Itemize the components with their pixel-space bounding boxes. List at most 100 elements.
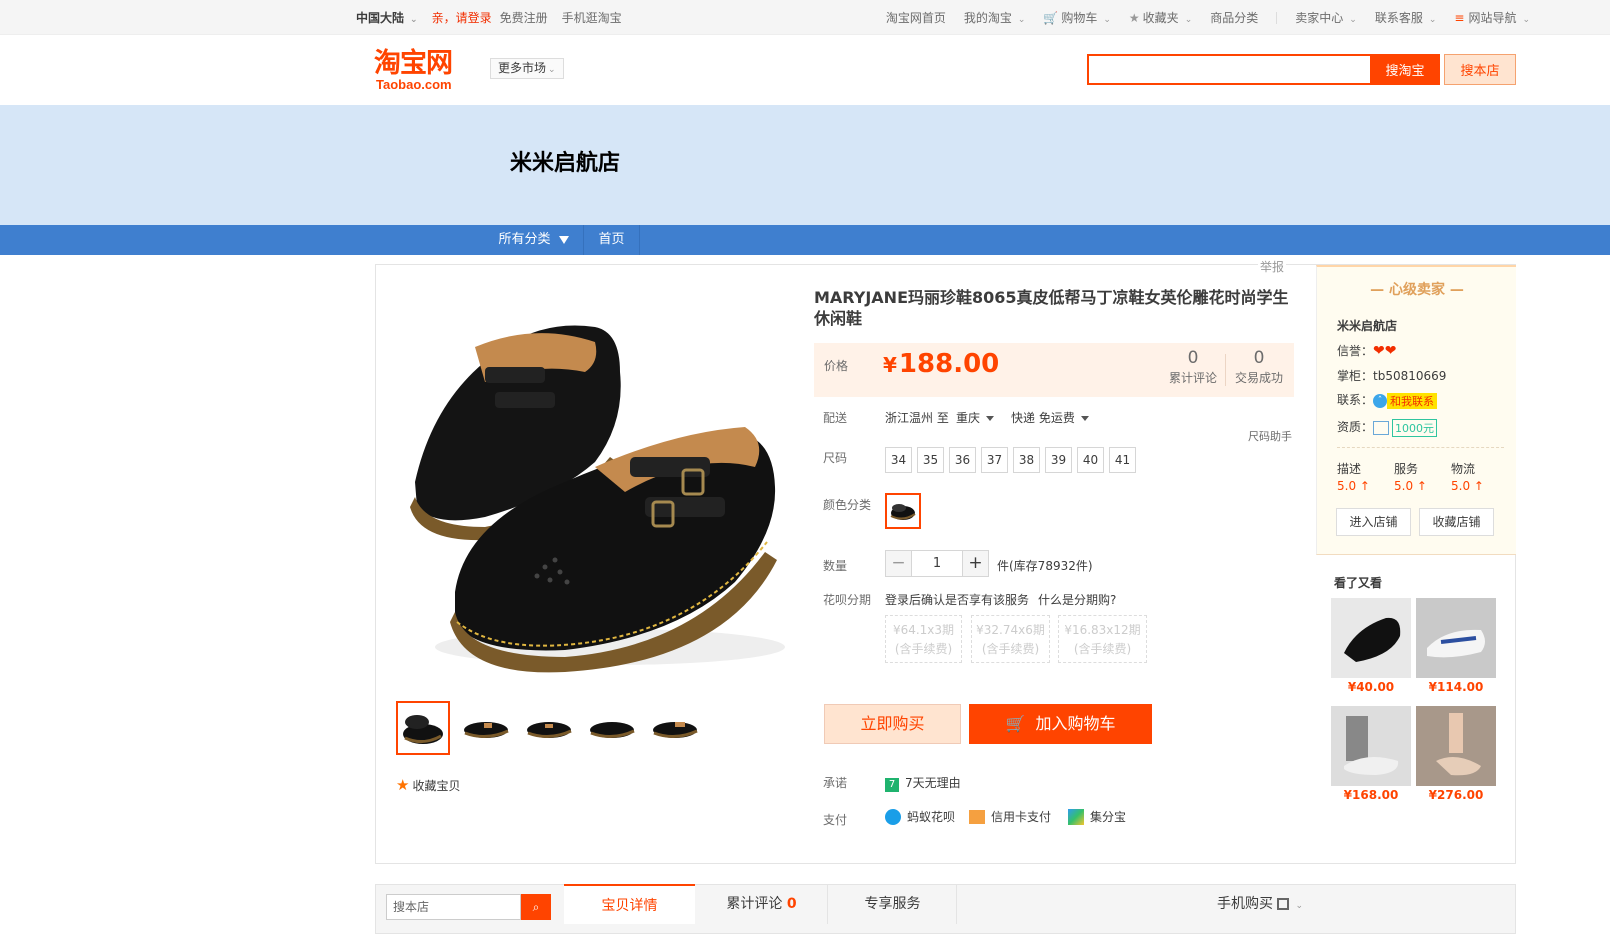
desc-score: 描述 5.0 ↑ — [1337, 462, 1370, 493]
region-selector[interactable]: 中国大陆 ⌄ — [356, 9, 418, 26]
shipping-method[interactable]: 快递 免运费 — [1011, 409, 1089, 426]
categories-link[interactable]: 商品分类 — [1210, 9, 1258, 26]
mobile-link[interactable]: 手机逛淘宝 — [562, 9, 622, 26]
product-thumbnail — [1416, 598, 1496, 678]
size-option[interactable]: 37 — [981, 447, 1008, 473]
chevron-down-icon: ⌄ — [1428, 15, 1437, 25]
mobile-buy-link[interactable]: 手机购买 ⌄ — [1200, 884, 1320, 924]
chevron-down-icon: ⌄ — [1522, 15, 1530, 25]
site-nav-link[interactable]: ≡ 网站导航 ⌄ — [1454, 9, 1530, 26]
taobao-home-link[interactable]: 淘宝网首页 — [886, 9, 946, 26]
sales-label: 交易成功 — [1234, 371, 1283, 385]
shipping-label: 配送 — [823, 411, 848, 425]
size-option[interactable]: 39 — [1045, 447, 1072, 473]
thumbnail[interactable] — [648, 701, 702, 755]
size-option[interactable]: 40 — [1077, 447, 1104, 473]
search-input[interactable] — [1087, 54, 1372, 85]
size-option[interactable]: 36 — [949, 447, 976, 473]
cart-icon: 🛒 — [1043, 11, 1059, 25]
seller-card: — 心级卖家 — 米米启航店 信誉：❤❤ 掌柜：tb50810669 联系： ˆ 和… — [1316, 265, 1516, 555]
promise-item[interactable]: 7 7天无理由 — [885, 774, 961, 792]
seller-level: — 心级卖家 — — [1370, 282, 1464, 298]
id-card-icon — [1373, 420, 1390, 435]
customer-service-link[interactable]: 联系客服 ⌄ — [1375, 9, 1437, 26]
more-market-dropdown[interactable]: 更多市场 ⌄ — [490, 58, 564, 79]
all-categories-menu[interactable]: 所有分类 — [484, 225, 584, 255]
star-icon: ★ — [1128, 11, 1140, 25]
search-shop-button[interactable]: 搜本店 — [1444, 54, 1516, 85]
installment-option[interactable]: ¥32.74x6期 (含手续费) — [971, 615, 1050, 663]
caret-down-icon — [986, 416, 995, 421]
chevron-down-icon: ⌄ — [1295, 901, 1303, 911]
report-link[interactable]: 举报 — [1258, 258, 1287, 275]
huabei-help-link[interactable]: 什么是分期购? — [1038, 591, 1116, 608]
register-link[interactable]: 免费注册 — [500, 9, 548, 26]
my-taobao-link[interactable]: 我的淘宝 ⌄ — [964, 9, 1026, 26]
search-icon[interactable]: ⌕ — [521, 894, 551, 920]
shop-title[interactable]: 米米启航店 — [510, 145, 620, 177]
cart-link[interactable]: 🛒 购物车 ⌄ — [1043, 9, 1111, 26]
collect-shop-button[interactable]: 收藏店铺 — [1419, 508, 1494, 536]
color-option[interactable] — [885, 493, 921, 529]
product-main-image[interactable] — [395, 292, 795, 692]
add-to-cart-button[interactable]: 🛒 加入购物车 — [969, 704, 1152, 744]
tab-reviews[interactable]: 累计评论 0 — [696, 884, 828, 924]
thumbnail[interactable] — [585, 701, 639, 755]
size-option[interactable]: 35 — [917, 447, 944, 473]
favorites-link[interactable]: ★ 收藏夹 ⌄ — [1129, 9, 1192, 26]
buy-now-button[interactable]: 立即购买 — [824, 704, 961, 744]
top-bar: 中国大陆 ⌄ 亲，请登录 免费注册 手机逛淘宝 淘宝网首页 我的淘宝 ⌄ 🛒 购物车 ⌄… — [0, 0, 1610, 35]
size-option[interactable]: 41 — [1109, 447, 1136, 473]
payment-huabei: 蚂蚁花呗 — [885, 808, 955, 825]
also-viewed-item[interactable]: ¥114.00 — [1416, 598, 1496, 694]
thumbnail[interactable] — [459, 701, 513, 755]
shipping-destination[interactable]: 重庆 — [956, 409, 995, 426]
search-taobao-button[interactable]: 搜淘宝 — [1370, 54, 1440, 85]
size-option[interactable]: 34 — [885, 447, 912, 473]
size-helper-link[interactable]: 尺码助手 — [1248, 428, 1292, 444]
cart-icon: 🛒 — [1005, 714, 1026, 733]
reviews-count: 0 — [1187, 348, 1199, 368]
also-viewed-item[interactable]: ¥168.00 — [1331, 706, 1411, 802]
installment-option[interactable]: ¥16.83x12期 (含手续费) — [1058, 615, 1147, 663]
price-value: 188.00 — [898, 349, 1000, 379]
installment-option[interactable]: ¥64.1x3期 (含手续费) — [885, 615, 962, 663]
wangwang-icon: ˆ — [1373, 393, 1388, 408]
chevron-down-icon: ⌄ — [1349, 15, 1357, 25]
reviews-stat[interactable]: 0 累计评论 — [1166, 348, 1226, 388]
shop-home-link[interactable]: 首页 — [584, 225, 640, 255]
increment-button[interactable]: + — [962, 550, 989, 577]
deposit-badge[interactable]: 1000元 — [1392, 418, 1438, 437]
login-link[interactable]: 亲，请登录 — [432, 9, 492, 26]
thumbnail[interactable] — [396, 701, 450, 755]
huabei-label: 花呗分期 — [823, 593, 872, 607]
price-box: 价格 ¥188.00 0 累计评论 0 交易成功 — [814, 343, 1294, 397]
triangle-down-icon — [558, 235, 569, 244]
tab-detail[interactable]: 宝贝详情 — [564, 884, 695, 924]
quantity-input[interactable]: 1 — [912, 550, 962, 577]
shop-search-input[interactable]: 搜本店 — [386, 894, 521, 920]
seller-shop-name[interactable]: 米米启航店 — [1337, 317, 1397, 334]
taobao-logo[interactable]: 淘宝网 Taobao.com — [374, 48, 472, 94]
also-viewed-item[interactable]: ¥276.00 — [1416, 706, 1496, 802]
tab-service[interactable]: 专享服务 — [829, 884, 957, 924]
enter-shop-button[interactable]: 进入店铺 — [1336, 508, 1411, 536]
installment-amount: ¥16.83x12期 — [1064, 623, 1141, 637]
chevron-down-icon: ⌄ — [410, 15, 418, 25]
thumbnail[interactable] — [522, 701, 576, 755]
quantity-label: 数量 — [823, 559, 848, 573]
chevron-down-icon: ⌄ — [548, 65, 556, 75]
qr-code-icon — [1277, 898, 1290, 910]
logistics-score: 物流 5.0 ↑ — [1451, 462, 1484, 493]
contact-seller-button[interactable]: 和我联系 — [1387, 392, 1438, 409]
favorite-item-button[interactable]: ★ 收藏宝贝 — [396, 776, 460, 794]
size-option[interactable]: 38 — [1013, 447, 1040, 473]
item-price: ¥40.00 — [1347, 680, 1395, 694]
product-thumbnail — [1331, 706, 1411, 786]
shop-banner: 米米启航店 — [0, 105, 1610, 225]
installment-amount: ¥32.74x6期 — [976, 623, 1045, 637]
seller-center-link[interactable]: 卖家中心 ⌄ — [1295, 9, 1357, 26]
also-viewed-item[interactable]: ¥40.00 — [1331, 598, 1411, 694]
decrement-button[interactable]: − — [885, 550, 912, 577]
owner-name[interactable]: tb50810669 — [1373, 369, 1446, 383]
